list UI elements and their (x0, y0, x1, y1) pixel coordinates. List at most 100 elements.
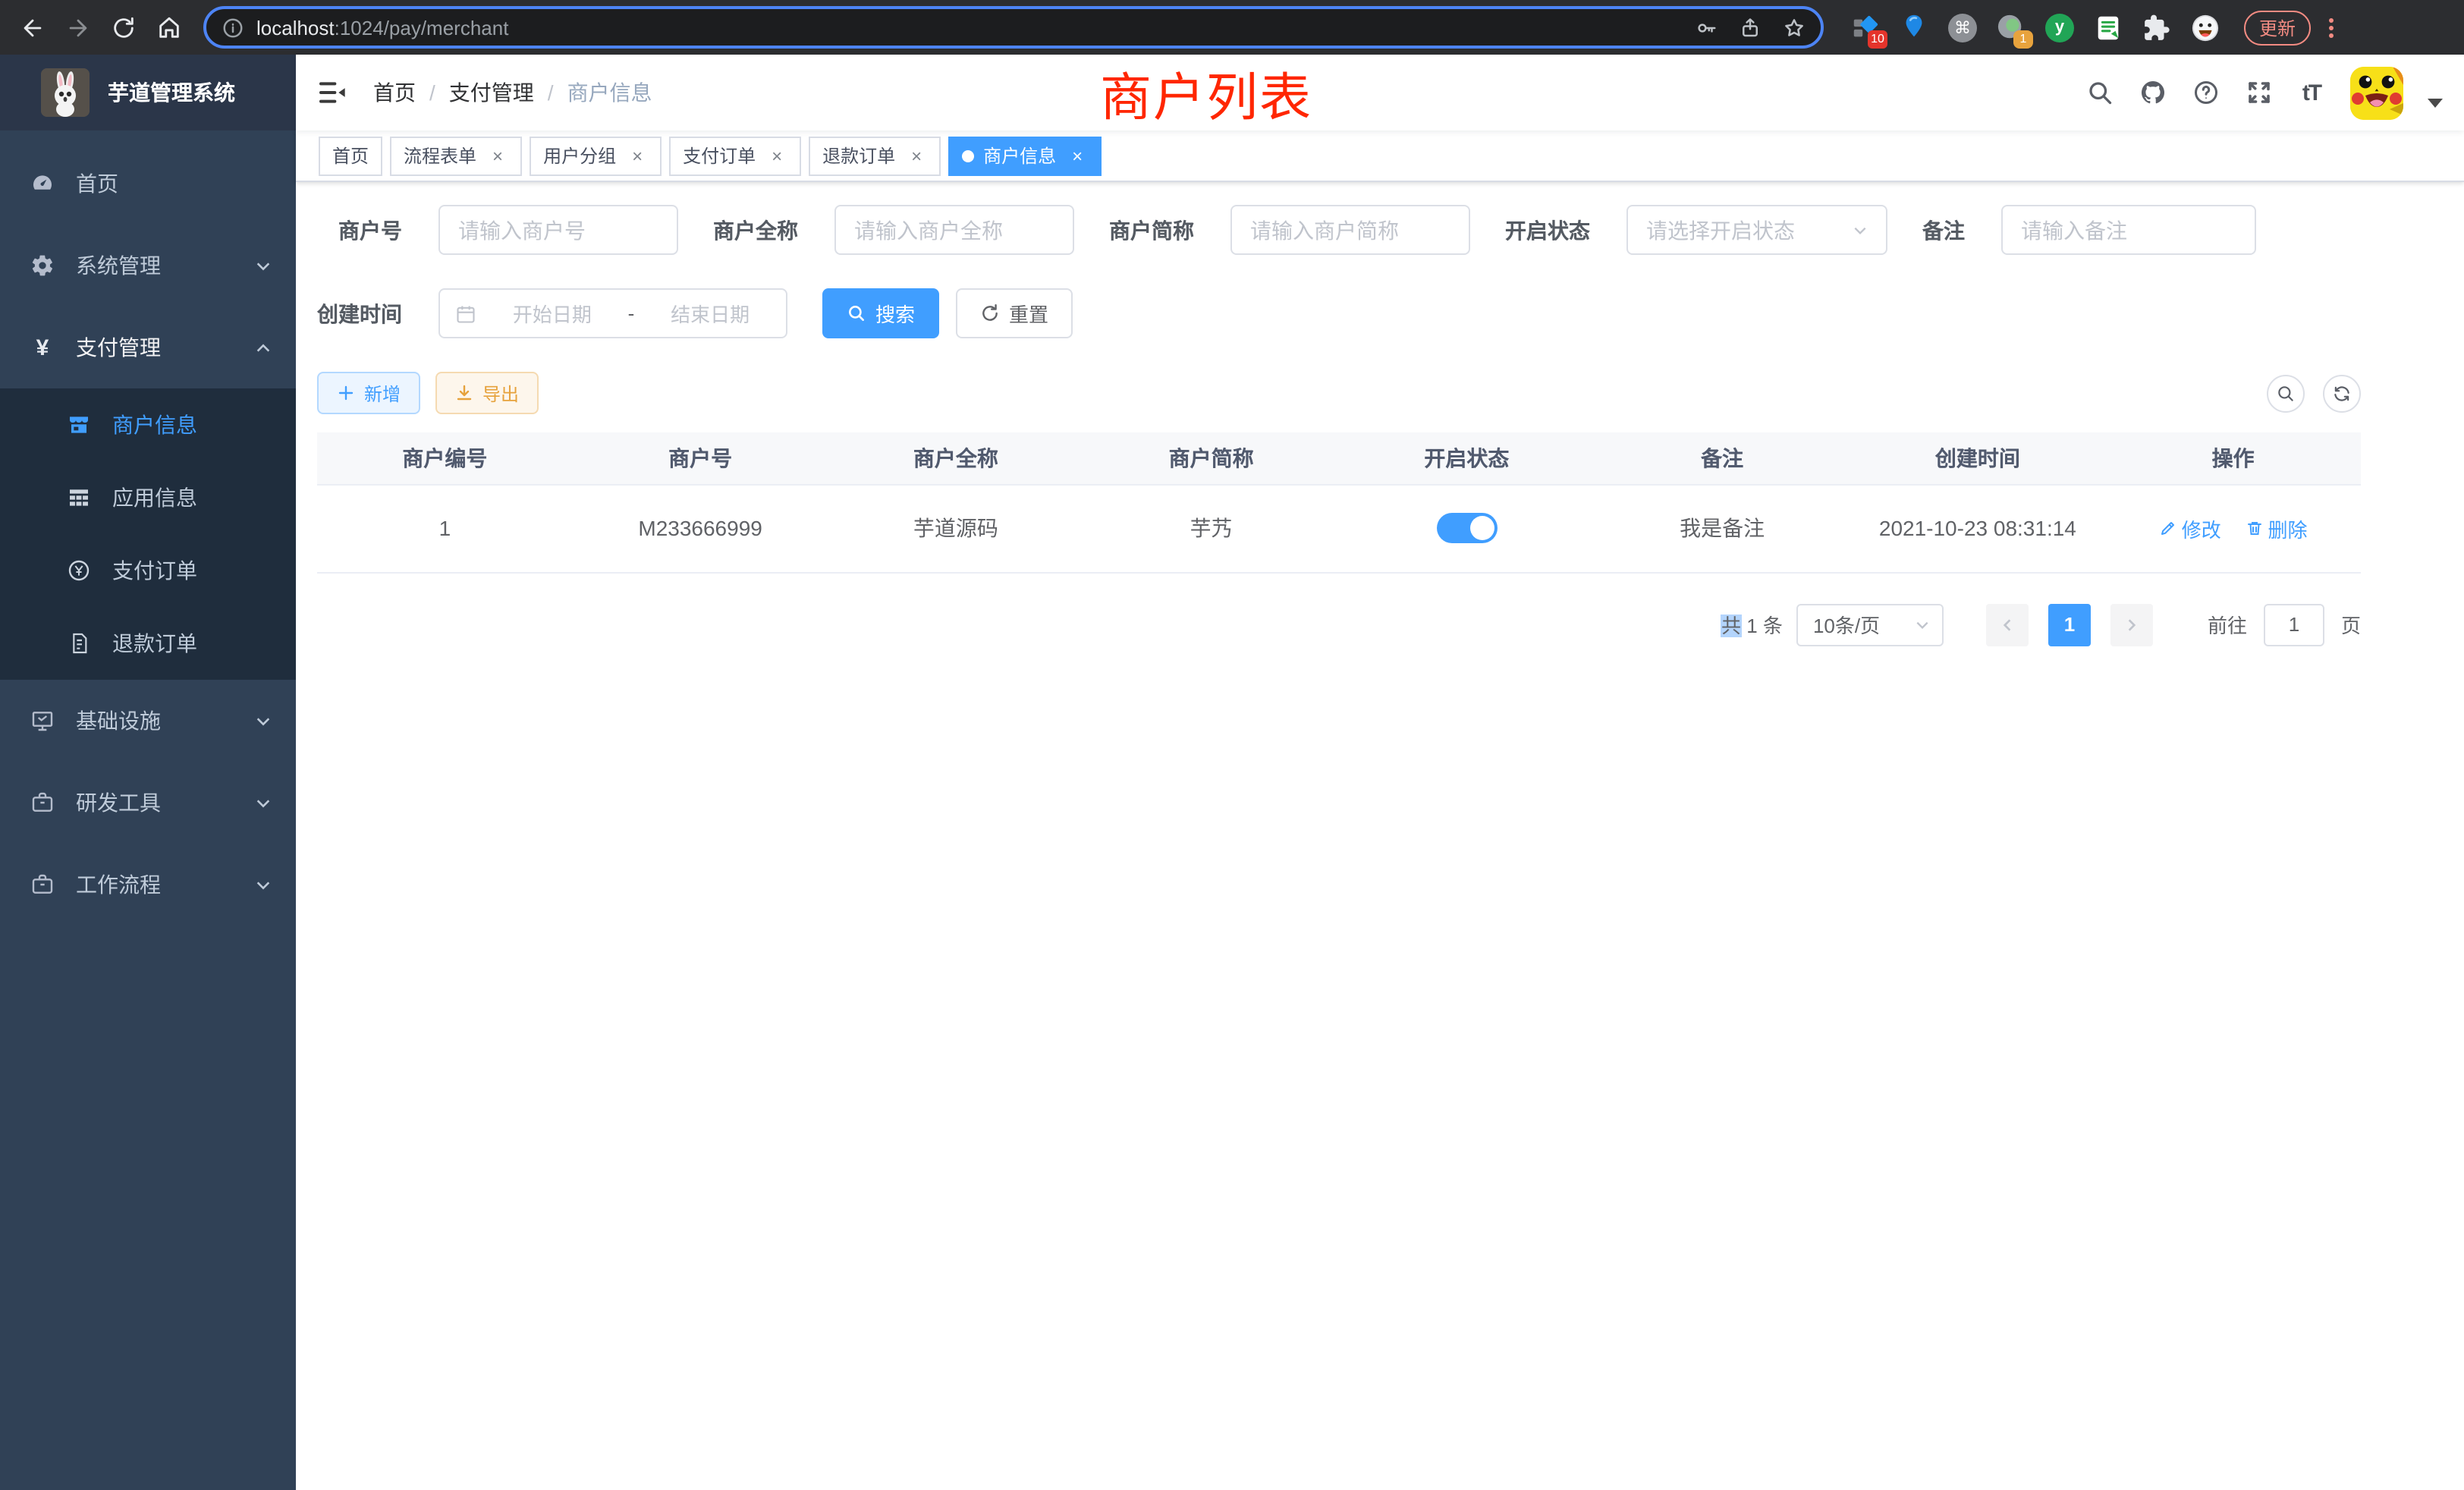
extension-y-icon[interactable]: y (2045, 13, 2074, 42)
share-icon[interactable] (1739, 16, 1762, 39)
sidebar-item-dev-tools[interactable]: 研发工具 (0, 762, 296, 844)
show-search-toggle-button[interactable] (2267, 374, 2305, 412)
prev-page-button[interactable] (1986, 603, 2029, 646)
status-toggle[interactable] (1436, 513, 1497, 543)
sidebar-item-workflow[interactable]: 工作流程 (0, 844, 296, 926)
browser-window: localhost:1024/pay/merchant 10 ⌘ 1 (0, 0, 2464, 1490)
chrome-menu-icon[interactable] (2329, 17, 2334, 37)
create-time-label: 创建时间 (317, 298, 402, 328)
tab-process-form[interactable]: 流程表单 × (390, 136, 522, 175)
back-icon[interactable] (12, 8, 52, 47)
tab-merchant-info[interactable]: 商户信息 × (948, 136, 1102, 175)
next-page-button[interactable] (2110, 603, 2153, 646)
sidebar-item-app-info[interactable]: 应用信息 (0, 461, 296, 534)
sidebar-item-home[interactable]: 首页 (0, 143, 296, 225)
extension-badge: 10 (1868, 30, 1887, 48)
bookmark-star-icon[interactable] (1783, 16, 1806, 39)
tab-home[interactable]: 首页 (319, 136, 382, 175)
avatar[interactable] (2350, 66, 2403, 119)
status-label: 开启状态 (1505, 215, 1590, 245)
dashboard-icon (30, 171, 55, 196)
extensions-puzzle-icon[interactable] (2142, 13, 2171, 42)
close-icon[interactable]: × (1067, 145, 1088, 166)
reset-button[interactable]: 重置 (956, 288, 1073, 338)
cell-actions: 修改 删除 (2105, 484, 2361, 572)
caret-down-icon[interactable] (2428, 99, 2443, 108)
merchant-no-input[interactable] (438, 205, 678, 255)
extension-command-icon[interactable]: ⌘ (1948, 13, 1977, 42)
help-icon[interactable] (2191, 78, 2220, 107)
sidebar-item-pay-order[interactable]: 支付订单 (0, 534, 296, 607)
page-size-select[interactable]: 10条/页 (1796, 603, 1944, 646)
full-name-input[interactable] (834, 205, 1074, 255)
extension-emoji-icon[interactable] (2191, 13, 2220, 42)
page-number-button[interactable]: 1 (2048, 603, 2091, 646)
shop-icon (67, 413, 91, 437)
sidebar-item-refund-order[interactable]: 退款订单 (0, 607, 296, 680)
add-button[interactable]: 新增 (317, 372, 420, 414)
edit-link[interactable]: 修改 (2159, 514, 2221, 542)
create-time-range-picker[interactable]: 开始日期 - 结束日期 (438, 288, 787, 338)
table-toolbar: 新增 导出 (317, 372, 2361, 414)
search-icon (2276, 383, 2296, 403)
short-name-input[interactable] (1230, 205, 1470, 255)
chevron-down-icon (255, 794, 272, 811)
sidebar-fold-icon[interactable] (317, 77, 347, 108)
extension-balloon-icon[interactable] (1900, 13, 1928, 42)
export-button[interactable]: 导出 (435, 372, 539, 414)
sidebar-item-system[interactable]: 系统管理 (0, 225, 296, 306)
tab-user-group[interactable]: 用户分组 × (530, 136, 662, 175)
chevron-left-icon (2000, 617, 2015, 632)
extension-diamond-icon[interactable]: 10 (1851, 13, 1880, 42)
column-header-full-name: 商户全称 (828, 432, 1084, 484)
chrome-update-button[interactable]: 更新 (2244, 10, 2311, 45)
merchant-no-input-field[interactable] (458, 218, 658, 242)
full-name-input-field[interactable] (854, 218, 1054, 242)
tab-refund-order[interactable]: 退款订单 × (809, 136, 941, 175)
short-name-input-field[interactable] (1250, 218, 1450, 242)
full-name-label: 商户全称 (713, 215, 798, 245)
range-separator: - (628, 302, 635, 325)
github-icon[interactable] (2138, 78, 2167, 107)
fullscreen-icon[interactable] (2244, 78, 2273, 107)
password-key-icon[interactable] (1695, 16, 1718, 39)
pagination: 共 1 条 10条/页 1 (317, 603, 2361, 646)
extension-recorder-icon[interactable]: 1 (1997, 13, 2026, 42)
extension-notes-icon[interactable] (2094, 13, 2123, 42)
remark-input-field[interactable] (2021, 218, 2236, 242)
remark-label: 备注 (1922, 215, 1965, 245)
forward-icon[interactable] (58, 8, 97, 47)
refresh-icon (980, 303, 1000, 323)
chevron-down-icon (1915, 617, 1930, 632)
refresh-table-button[interactable] (2323, 374, 2361, 412)
address-bar[interactable]: localhost:1024/pay/merchant (203, 6, 1824, 49)
active-dot (962, 149, 974, 162)
font-size-icon[interactable]: tT (2297, 78, 2326, 107)
app-title: 芋道管理系统 (108, 77, 235, 108)
search-button[interactable]: 搜索 (822, 288, 939, 338)
sidebar-item-infra[interactable]: 基础设施 (0, 680, 296, 762)
home-icon[interactable] (149, 8, 188, 47)
sidebar-menu: 首页 系统管理 ¥ 支付管理 (0, 130, 296, 926)
breadcrumb-payment[interactable]: 支付管理 (449, 77, 534, 108)
column-header-remark: 备注 (1595, 432, 1850, 484)
briefcase-icon (30, 872, 55, 897)
sidebar-item-merchant-info[interactable]: 商户信息 (0, 388, 296, 461)
app-logo-row[interactable]: 芋道管理系统 (0, 55, 296, 130)
reload-icon[interactable] (103, 8, 143, 47)
status-select[interactable]: 请选择开启状态 (1626, 205, 1887, 255)
remark-input[interactable] (2001, 205, 2256, 255)
delete-link[interactable]: 删除 (2246, 514, 2308, 542)
goto-page-input[interactable] (2264, 603, 2324, 646)
close-icon[interactable]: × (487, 145, 508, 166)
search-icon[interactable] (2085, 78, 2114, 107)
page-info-icon[interactable] (222, 16, 244, 39)
monitor-icon (30, 709, 55, 733)
close-icon[interactable]: × (906, 145, 927, 166)
tab-pay-order[interactable]: 支付订单 × (669, 136, 801, 175)
sidebar-item-payment[interactable]: ¥ 支付管理 (0, 306, 296, 388)
breadcrumb-current: 商户信息 (567, 77, 652, 108)
close-icon[interactable]: × (766, 145, 787, 166)
close-icon[interactable]: × (627, 145, 648, 166)
breadcrumb-home[interactable]: 首页 (373, 77, 416, 108)
